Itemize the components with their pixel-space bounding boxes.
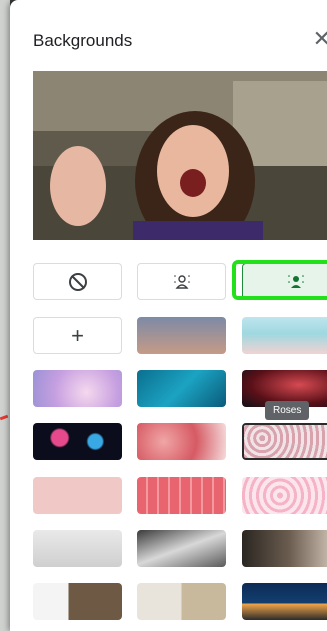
- background-roses[interactable]: [242, 423, 327, 460]
- background-pink-pattern[interactable]: [137, 477, 226, 514]
- camera-preview: [33, 71, 327, 240]
- plus-icon: +: [71, 322, 84, 348]
- no-symbol-icon: [68, 272, 87, 291]
- background-beach[interactable]: [242, 317, 327, 354]
- panel-title: Backgrounds: [33, 31, 133, 50]
- background-bright-room[interactable]: [137, 583, 226, 620]
- blur-person-icon: [173, 274, 190, 289]
- highlight-annotation: [232, 260, 327, 300]
- background-sunset-gradient[interactable]: [137, 317, 226, 354]
- background-white-office[interactable]: [33, 530, 122, 567]
- background-loft[interactable]: [137, 530, 226, 567]
- background-blue-water[interactable]: [137, 370, 226, 407]
- background-night-house[interactable]: [242, 583, 327, 620]
- tooltip: Roses: [265, 401, 310, 420]
- close-icon[interactable]: ✕: [313, 28, 327, 50]
- add-background-button[interactable]: +: [33, 317, 122, 354]
- background-bookshelf[interactable]: [33, 583, 122, 620]
- slight-blur-button[interactable]: [137, 263, 226, 300]
- background-pink-clouds[interactable]: [33, 370, 122, 407]
- backgrounds-panel: Backgrounds ✕ + Roses: [10, 0, 327, 631]
- background-pink-blossoms[interactable]: [137, 423, 226, 460]
- background-dark-room[interactable]: [242, 530, 327, 567]
- background-pink-bokeh[interactable]: [33, 477, 122, 514]
- background-petals[interactable]: [242, 477, 327, 514]
- background-meeting-edge: [0, 0, 10, 631]
- background-fireworks[interactable]: [33, 423, 122, 460]
- no-effect-button[interactable]: [33, 263, 122, 300]
